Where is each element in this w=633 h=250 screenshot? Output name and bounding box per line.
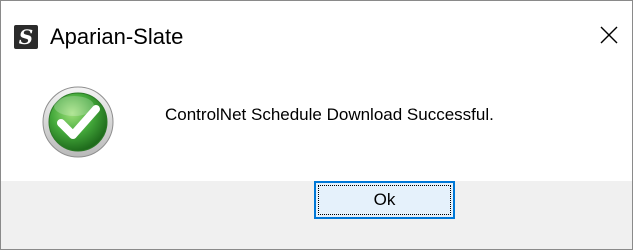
message-dialog: S Aparian-Slate ControlNet Schedule Down…: [0, 0, 633, 250]
dialog-footer: Ok: [1, 181, 632, 249]
ok-button-label: Ok: [373, 190, 396, 209]
ok-button[interactable]: Ok: [314, 181, 455, 219]
success-checkmark-icon: [41, 85, 115, 159]
message-text: ControlNet Schedule Download Successful.: [165, 105, 494, 124]
dialog-body: ControlNet Schedule Download Successful.: [1, 69, 632, 181]
window-title: Aparian-Slate: [50, 24, 184, 49]
slate-app-icon: S: [14, 25, 38, 49]
close-button[interactable]: [586, 1, 632, 69]
title-bar[interactable]: S Aparian-Slate: [1, 1, 632, 69]
close-icon: [600, 26, 618, 44]
